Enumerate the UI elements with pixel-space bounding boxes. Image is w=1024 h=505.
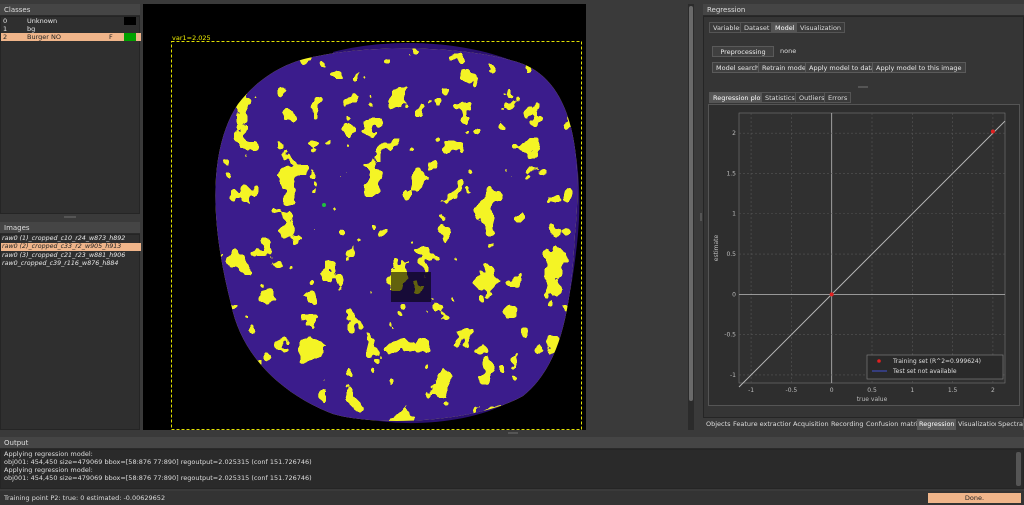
segmentation-image: [171, 41, 582, 430]
tab-acquisition[interactable]: Acquisition: [791, 419, 832, 430]
x-tick-label: -0.5: [786, 387, 798, 394]
model-search-button[interactable]: Model search: [712, 62, 764, 73]
images-panel-title: Images: [0, 222, 140, 234]
image-list-item[interactable]: raw0_cropped_c39_r116_w876_h884: [1, 260, 141, 268]
class-index: 1: [3, 25, 8, 33]
image-list-item[interactable]: raw0 (3)_cropped_c21_r23_w881_h906: [1, 252, 141, 260]
output-panel-title: Output: [0, 437, 1024, 449]
x-tick-label: -1: [748, 387, 754, 394]
regression-panel-title: Regression: [703, 4, 1024, 16]
tab-feature-extraction[interactable]: Feature extraction: [731, 419, 796, 430]
data-point: [990, 129, 995, 134]
preprocessing-value: none: [780, 47, 797, 55]
x-tick-label: 2: [991, 387, 995, 394]
log-line: obj001: 454,450 size=479069 bbox=[58:876…: [4, 474, 312, 482]
y-tick-label: 1: [732, 211, 736, 218]
tab-dataset[interactable]: Dataset: [740, 22, 774, 33]
legend-marker: [877, 359, 881, 363]
class-index: 0: [3, 17, 8, 25]
class-color-swatch[interactable]: [124, 33, 136, 41]
y-tick-label: -0.5: [724, 332, 736, 339]
status-bar: Training point P2: true: 0 estimated: -0…: [0, 491, 1024, 505]
tab-statistics[interactable]: Statistics: [761, 92, 799, 103]
plot-splitter-handle[interactable]: [700, 213, 702, 221]
output-log[interactable]: Applying regression model: obj001: 454,4…: [0, 449, 1024, 489]
class-color-swatch[interactable]: [124, 17, 136, 25]
class-shortcut-key: F: [109, 33, 113, 41]
class-row-selected[interactable]: 2 Burger NO F: [1, 33, 141, 41]
status-message: Training point P2: true: 0 estimated: -0…: [4, 494, 166, 502]
main-splitter-handle[interactable]: [508, 432, 518, 434]
y-tick-label: 0.5: [726, 251, 736, 258]
y-tick-label: -1: [730, 372, 736, 379]
left-splitter-handle[interactable]: [64, 216, 76, 218]
legend-entry: Test set not available: [892, 368, 957, 375]
x-tick-label: 0.5: [867, 387, 877, 394]
apply-model-to-image-button[interactable]: Apply model to this image: [872, 62, 966, 73]
image-list-item-selected[interactable]: raw0 (2)_cropped_c33_r2_w905_h913: [1, 243, 141, 251]
class-name: Burger NO: [27, 33, 61, 41]
tab-visualization[interactable]: Visualization: [796, 22, 846, 33]
retrain-model-button[interactable]: Retrain model: [758, 62, 812, 73]
apply-model-to-data-button[interactable]: Apply model to data: [805, 62, 879, 73]
scrollbar-thumb[interactable]: [689, 6, 693, 401]
image-viewer[interactable]: var1=2.025: [143, 4, 586, 430]
class-index: 2: [3, 33, 8, 41]
y-tick-label: 0: [732, 291, 736, 298]
log-line: obj001: 454,450 size=479069 bbox=[58:876…: [4, 458, 312, 466]
tab-regression-plot[interactable]: Regression plot: [709, 92, 768, 103]
regression-plot[interactable]: -1 -0.5 0 0.5 1 1.5 2 -1 -0.5 0 0.5 1 1.5 2 true value…: [708, 104, 1020, 406]
data-point: [829, 292, 834, 297]
tab-recording[interactable]: Recording: [829, 419, 867, 430]
vertical-scrollbar[interactable]: [688, 4, 694, 430]
class-name: Unknown: [27, 17, 58, 25]
x-tick-label: 0: [830, 387, 834, 394]
tab-confusion-matrix[interactable]: Confusion matrix: [864, 419, 925, 430]
class-row[interactable]: 1 bg: [1, 25, 141, 33]
log-line: Applying regression model:: [4, 466, 93, 474]
class-name: bg: [27, 25, 36, 33]
image-list-item[interactable]: raw0 (1)_cropped_c10_r24_w873_h892: [1, 235, 141, 243]
classes-panel-title: Classes: [0, 4, 140, 16]
preprocessing-button[interactable]: Preprocessing: [712, 46, 774, 57]
regression-splitter-handle[interactable]: [858, 86, 868, 88]
x-tick-label: 1.5: [948, 387, 958, 394]
tab-spectra[interactable]: Spectra: [996, 419, 1024, 430]
object-annotation-label: var1=2.025: [172, 34, 211, 42]
tab-objects[interactable]: Objects: [704, 419, 734, 430]
class-row[interactable]: 0 Unknown: [1, 17, 141, 25]
status-progress: Done.: [928, 493, 1021, 503]
tab-model[interactable]: Model: [771, 22, 799, 33]
y-tick-label: 2: [732, 130, 736, 137]
log-scrollbar[interactable]: [1016, 452, 1021, 486]
x-axis-label: true value: [857, 396, 888, 403]
images-list[interactable]: raw0 (1)_cropped_c10_r24_w873_h892 raw0 …: [0, 234, 141, 430]
y-tick-label: 1.5: [726, 170, 736, 177]
tab-regression[interactable]: Regression: [917, 419, 958, 430]
y-axis-label: estimate: [713, 234, 720, 261]
tab-errors[interactable]: Errors: [824, 92, 852, 103]
classes-list[interactable]: 0 Unknown 1 bg 2 Burger NO F: [0, 16, 141, 214]
x-tick-label: 1: [910, 387, 914, 394]
legend-entry: Training set (R^2=0.999624): [892, 358, 981, 365]
log-line: Applying regression model:: [4, 450, 93, 458]
